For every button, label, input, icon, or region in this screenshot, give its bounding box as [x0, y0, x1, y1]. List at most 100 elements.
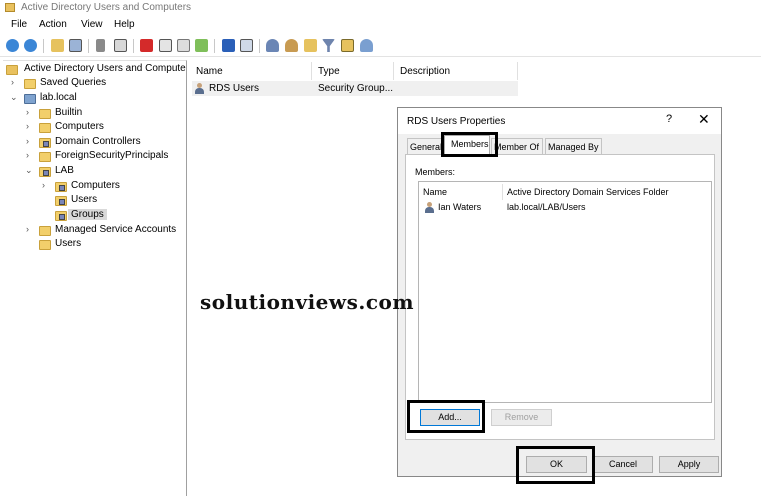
close-button[interactable]: ✕ — [698, 111, 710, 128]
menu-view[interactable]: View — [81, 19, 103, 30]
expand-arrow-icon[interactable]: › — [26, 107, 34, 117]
highlight-members-tab — [441, 132, 498, 157]
forward-icon[interactable] — [24, 39, 37, 52]
tree-item-label: Domain Controllers — [55, 136, 141, 147]
column-header-name[interactable]: Name — [190, 62, 312, 80]
column-header-folder[interactable]: Active Directory Domain Services Folder — [503, 184, 711, 200]
expand-arrow-icon[interactable]: › — [26, 150, 34, 160]
filter-icon[interactable] — [322, 39, 335, 52]
tree-item-lab[interactable]: ⌄ LAB — [5, 165, 186, 179]
menu-action[interactable]: Action — [39, 19, 67, 30]
tree-item-saved-queries[interactable]: › Saved Queries — [5, 77, 186, 91]
menu-file[interactable]: File — [11, 19, 27, 30]
toolbar — [0, 35, 761, 57]
members-panel: Members: Name Active Directory Domain Se… — [405, 154, 715, 440]
up-folder-icon[interactable] — [51, 39, 64, 52]
copy-icon[interactable] — [114, 39, 127, 52]
tree-item-domain[interactable]: ⌄ lab.local — [5, 92, 186, 106]
properties-icon[interactable] — [159, 39, 172, 52]
find-icon[interactable] — [341, 39, 354, 52]
apply-button[interactable]: Apply — [659, 456, 719, 473]
member-name: Ian Waters — [438, 202, 482, 212]
tree-root-label: Active Directory Users and Computers — [24, 63, 187, 74]
tree-item-lab-computers[interactable]: › Computers — [5, 180, 186, 194]
expand-arrow-icon[interactable]: › — [26, 136, 34, 146]
tab-member-of[interactable]: Member Of — [491, 138, 543, 155]
toolbar-separator — [214, 39, 215, 53]
help-button[interactable]: ? — [666, 113, 672, 125]
window-title: Active Directory Users and Computers — [21, 2, 192, 13]
column-header-member-name[interactable]: Name — [419, 184, 503, 200]
folder-icon — [39, 152, 51, 162]
tab-managed-by[interactable]: Managed By — [545, 138, 602, 155]
tree-item-lab-groups[interactable]: Groups — [5, 209, 186, 223]
column-header-description[interactable]: Description — [394, 62, 518, 80]
tree-item-label: Saved Queries — [40, 77, 107, 88]
toolbar-separator — [133, 39, 134, 53]
tree-item-label-selected: Groups — [68, 209, 107, 220]
tree-item-label: Managed Service Accounts — [55, 224, 177, 235]
tree-item-computers[interactable]: › Computers — [5, 121, 186, 135]
folder-icon — [39, 123, 51, 133]
ou-icon — [55, 211, 67, 221]
dialog-title-bar: RDS Users Properties ? ✕ — [398, 108, 721, 134]
member-row[interactable]: Ian Waters lab.local/LAB/Users — [423, 201, 711, 215]
folder-icon — [39, 240, 51, 250]
ou-icon — [55, 196, 67, 206]
column-header-label: Type — [318, 66, 340, 77]
column-header-label: Name — [423, 187, 448, 197]
collapse-arrow-icon[interactable]: ⌄ — [25, 165, 33, 176]
back-icon[interactable] — [6, 39, 19, 52]
folder-icon — [24, 79, 36, 89]
export-icon[interactable] — [195, 39, 208, 52]
tree-item-builtin[interactable]: › Builtin — [5, 107, 186, 121]
row-name: RDS Users — [209, 83, 260, 94]
collapse-arrow-icon[interactable]: ⌄ — [10, 92, 18, 103]
highlight-add-button — [407, 400, 485, 433]
tree-item-label: LAB — [55, 165, 74, 176]
group-icon — [195, 83, 204, 94]
tree-item-users[interactable]: Users — [5, 238, 186, 252]
window-title-bar: Active Directory Users and Computers — [0, 0, 761, 16]
tree-item-domain-controllers[interactable]: › Domain Controllers — [5, 136, 186, 150]
domain-icon — [24, 94, 36, 104]
cut-icon[interactable] — [96, 39, 105, 52]
highlight-ok-button — [516, 446, 595, 484]
members-list[interactable]: Name Active Directory Domain Services Fo… — [418, 181, 712, 403]
console-tree: Active Directory Users and Computers › S… — [3, 60, 187, 496]
column-header-label: Active Directory Domain Services Folder — [507, 187, 669, 197]
tree-item-msa[interactable]: › Managed Service Accounts — [5, 224, 186, 238]
new-ou-icon[interactable] — [304, 39, 317, 52]
column-header-type[interactable]: Type — [312, 62, 394, 80]
help-icon[interactable] — [222, 39, 235, 52]
new-group-icon[interactable] — [285, 39, 298, 52]
menu-help[interactable]: Help — [114, 19, 135, 30]
menu-bar: File Action View Help — [0, 16, 761, 34]
row-type: Security Group... — [318, 83, 394, 94]
cancel-button[interactable]: Cancel — [593, 456, 653, 473]
remove-button[interactable]: Remove — [491, 409, 552, 426]
tab-label: Member Of — [494, 142, 540, 152]
tree-item-label: Computers — [55, 121, 104, 132]
toolbar-separator — [259, 39, 260, 53]
results-pane: Name Type Description RDS Users Security… — [190, 60, 520, 100]
tree-item-fsp[interactable]: › ForeignSecurityPrincipals — [5, 150, 186, 164]
console-icon[interactable] — [240, 39, 253, 52]
delete-icon[interactable] — [140, 39, 153, 52]
new-user-icon[interactable] — [266, 39, 279, 52]
expand-arrow-icon[interactable]: › — [26, 121, 34, 131]
expand-arrow-icon[interactable]: › — [11, 77, 19, 87]
tree-item-lab-users[interactable]: Users — [5, 194, 186, 208]
members-label: Members: — [415, 167, 456, 177]
aduc-root-icon — [6, 65, 18, 75]
show-tree-icon[interactable] — [69, 39, 82, 52]
tree-root[interactable]: Active Directory Users and Computers — [5, 63, 187, 77]
refresh-icon[interactable] — [177, 39, 190, 52]
list-row-rds-users[interactable]: RDS Users Security Group... — [192, 81, 518, 96]
expand-arrow-icon[interactable]: › — [42, 180, 50, 190]
user-icon — [425, 202, 434, 213]
expand-arrow-icon[interactable]: › — [26, 224, 34, 234]
aduc-app-icon — [5, 3, 15, 12]
add-to-group-icon[interactable] — [360, 39, 373, 52]
tree-item-label: Builtin — [55, 107, 83, 118]
